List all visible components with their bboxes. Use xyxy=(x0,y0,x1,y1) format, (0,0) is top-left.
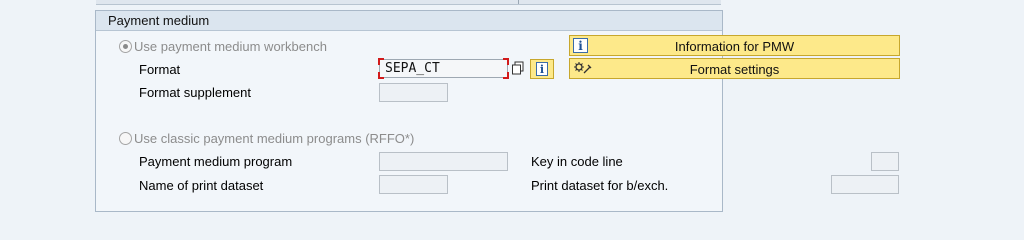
group-title: Payment medium xyxy=(108,13,210,28)
print-dataset-label: Name of print dataset xyxy=(139,178,264,193)
information-for-pmw-button[interactable]: i Information for PMW xyxy=(569,35,900,56)
payment-medium-group: Payment medium Use payment medium workbe… xyxy=(95,10,900,212)
info-icon: i xyxy=(536,62,548,76)
format-field[interactable]: SEPA_CT xyxy=(378,58,509,79)
pmw-radio-row[interactable]: Use payment medium workbench xyxy=(119,39,327,54)
format-supplement-label: Format supplement xyxy=(139,85,251,100)
information-for-pmw-label: Information for PMW xyxy=(674,39,795,54)
format-settings-button[interactable]: Format settings xyxy=(569,58,900,79)
pmw-radio-label: Use payment medium workbench xyxy=(134,39,327,54)
print-dataset-field[interactable] xyxy=(379,175,448,194)
format-settings-label: Format settings xyxy=(689,62,780,77)
classic-radio-row[interactable]: Use classic payment medium programs (RFF… xyxy=(119,131,414,146)
pmw-radio-button[interactable] xyxy=(119,40,132,53)
top-strip xyxy=(96,0,721,5)
print-dataset-bexch-label: Print dataset for b/exch. xyxy=(531,178,669,193)
payment-medium-program-field[interactable] xyxy=(379,152,508,171)
key-code-line-label: Key in code line xyxy=(531,154,623,169)
copy-icon[interactable] xyxy=(511,61,525,75)
format-label: Format xyxy=(139,62,181,77)
classic-radio-label: Use classic payment medium programs (RFF… xyxy=(134,131,415,146)
classic-radio-button[interactable] xyxy=(119,132,132,145)
payment-medium-program-label: Payment medium program xyxy=(139,154,293,169)
group-header: Payment medium xyxy=(96,11,722,31)
print-dataset-bexch-field[interactable] xyxy=(831,175,899,194)
format-supplement-field[interactable] xyxy=(379,83,448,102)
format-info-button[interactable]: i xyxy=(530,59,554,79)
key-code-line-field[interactable] xyxy=(871,152,899,171)
format-field-value: SEPA_CT xyxy=(385,61,440,76)
top-strip-separator xyxy=(518,0,519,4)
